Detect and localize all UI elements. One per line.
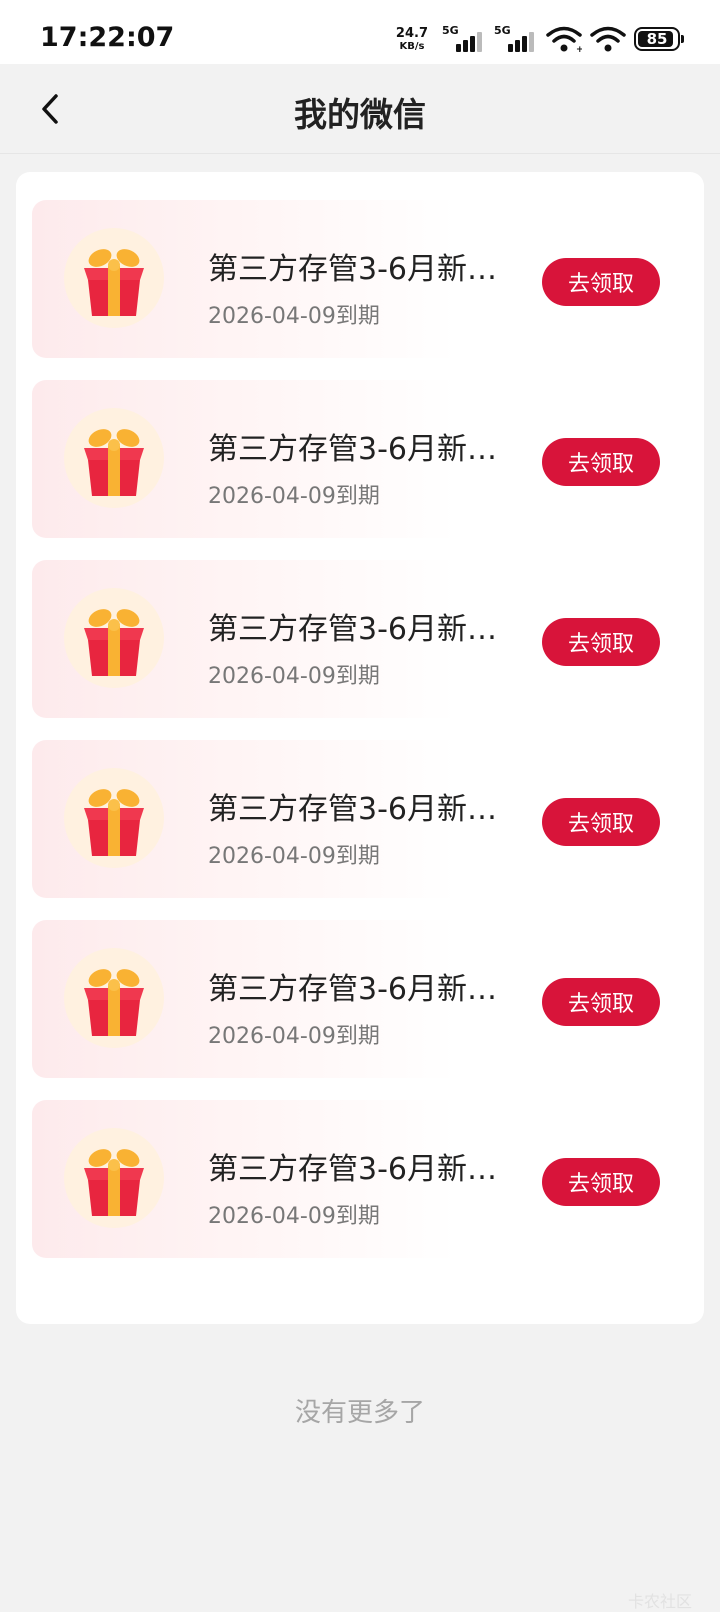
gift-icon: [64, 228, 164, 328]
claim-button[interactable]: 去领取: [542, 258, 660, 306]
gift-icon: [64, 588, 164, 688]
coupon-item: 第三方存管3-6月新… 2026-04-09到期 去领取: [32, 380, 686, 538]
wifi-icon: +: [546, 26, 582, 54]
battery-icon: 85: [634, 27, 684, 51]
claim-button[interactable]: 去领取: [542, 978, 660, 1026]
claim-button[interactable]: 去领取: [542, 1158, 660, 1206]
nav-bar: 我的微信: [0, 64, 720, 154]
coupon-title: 第三方存管3-6月新…: [208, 252, 497, 287]
gift-icon: [64, 408, 164, 508]
coupon-item: 第三方存管3-6月新… 2026-04-09到期 去领取: [32, 920, 686, 1078]
network-speed-value: 24.7: [395, 25, 428, 41]
coupon-expiry: 2026-04-09到期: [208, 664, 380, 689]
coupon-item: 第三方存管3-6月新… 2026-04-09到期 去领取: [32, 740, 686, 898]
coupon-expiry: 2026-04-09到期: [208, 304, 380, 329]
claim-button[interactable]: 去领取: [542, 438, 660, 486]
claim-button[interactable]: 去领取: [542, 618, 660, 666]
signal-icon-2: 5G: [494, 24, 538, 54]
coupon-item: 第三方存管3-6月新… 2026-04-09到期 去领取: [32, 200, 686, 358]
coupon-expiry: 2026-04-09到期: [208, 1204, 380, 1229]
watermark: 卡农社区: [627, 1592, 692, 1611]
sim1-label: 5G: [442, 24, 459, 37]
coupon-expiry: 2026-04-09到期: [208, 484, 380, 509]
gift-icon: [64, 1128, 164, 1228]
battery-level: 85: [646, 30, 668, 48]
coupon-title: 第三方存管3-6月新…: [208, 432, 497, 467]
signal-icon: 5G: [442, 24, 486, 54]
coupon-expiry: 2026-04-09到期: [208, 844, 380, 869]
coupon-expiry: 2026-04-09到期: [208, 1024, 380, 1049]
coupon-title: 第三方存管3-6月新…: [208, 1152, 497, 1187]
coupon-title: 第三方存管3-6月新…: [208, 792, 497, 827]
coupon-title: 第三方存管3-6月新…: [208, 612, 497, 647]
coupon-item: 第三方存管3-6月新… 2026-04-09到期 去领取: [32, 560, 686, 718]
claim-button[interactable]: 去领取: [542, 798, 660, 846]
page-title: 我的微信: [294, 95, 426, 134]
wifi-icon-2: [590, 26, 626, 52]
network-speed-unit: KB/s: [399, 40, 425, 52]
status-icons: 24.7 KB/s 5G 5G + 85: [396, 22, 684, 56]
coupon-title: 第三方存管3-6月新…: [208, 972, 497, 1007]
no-more-text: 没有更多了: [294, 1398, 425, 1428]
status-bar: 17:22:07 24.7 KB/s 5G 5G + 85: [0, 0, 720, 64]
status-time: 17:22:07: [40, 22, 175, 53]
coupon-item: 第三方存管3-6月新… 2026-04-09到期 去领取: [32, 1100, 686, 1258]
coupon-list-card: 第三方存管3-6月新… 2026-04-09到期 去领取 第三方存管3-6月新……: [16, 172, 704, 1324]
gift-icon: [64, 768, 164, 868]
network-speed: 24.7 KB/s: [396, 27, 428, 52]
sim2-label: 5G: [494, 24, 511, 37]
svg-text:+: +: [576, 45, 582, 54]
gift-icon: [64, 948, 164, 1048]
